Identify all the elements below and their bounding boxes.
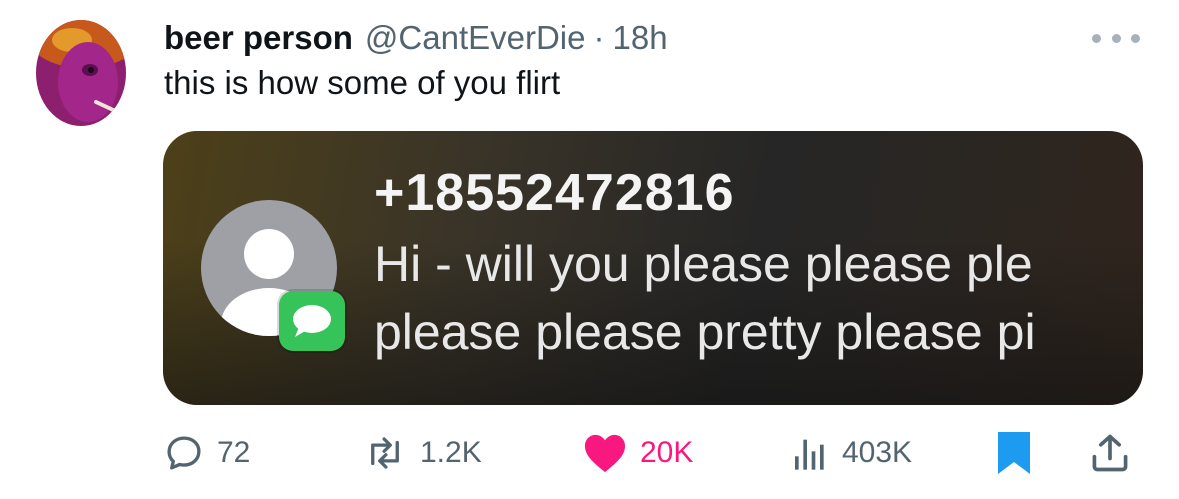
action-bar: 72 1.2K 20K 403K <box>0 420 1179 490</box>
avatar[interactable] <box>36 20 126 126</box>
repost-button[interactable]: 1.2K <box>362 428 482 478</box>
message-preview-line-2: please please pretty please pi <box>374 304 1036 360</box>
like-button[interactable]: 20K <box>582 428 693 478</box>
display-name[interactable]: beer person <box>164 19 353 57</box>
views-button[interactable]: 403K <box>790 428 912 478</box>
sender-number: +18552472816 <box>374 164 735 222</box>
reply-icon <box>167 436 201 470</box>
share-button[interactable] <box>1088 428 1132 478</box>
share-icon <box>1092 434 1128 472</box>
message-preview-line-1: Hi - will you please please ple <box>374 236 1033 292</box>
views-chart-icon <box>795 439 824 470</box>
tweet-text: this is how some of you flirt <box>164 64 561 101</box>
separator-dot: · <box>593 19 605 56</box>
views-count: 403K <box>842 436 913 469</box>
imessage-icon <box>279 291 345 351</box>
bookmark-icon <box>998 432 1030 474</box>
tweet-header: beer person @CantEverDie · 18h <box>164 14 668 62</box>
reply-button[interactable]: 72 <box>163 428 250 478</box>
repost-count: 1.2K <box>420 436 482 469</box>
avatar-image <box>36 20 126 126</box>
reply-count: 72 <box>217 436 251 469</box>
like-count: 20K <box>640 436 694 469</box>
tweet-media-image[interactable]: +18552472816 Hi - will you please please… <box>163 131 1143 405</box>
ellipsis-icon[interactable] <box>1092 26 1140 50</box>
bookmark-button[interactable] <box>996 428 1032 478</box>
heart-icon <box>584 434 626 473</box>
timestamp[interactable]: 18h <box>612 19 667 57</box>
repost-icon <box>371 437 399 469</box>
user-handle[interactable]: @CantEverDie <box>365 19 586 57</box>
